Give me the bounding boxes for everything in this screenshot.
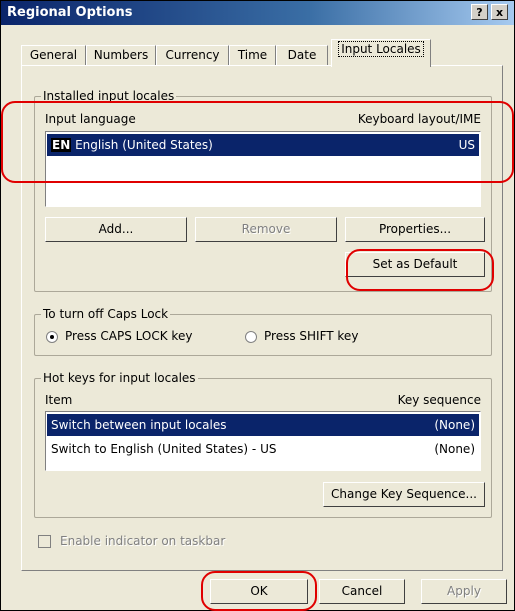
title-bar[interactable]: Regional Options ? x (1, 1, 514, 25)
caps-lock-label: To turn off Caps Lock (41, 307, 171, 321)
hot-keys-group: Hot keys for input locales Item Key sequ… (34, 371, 492, 518)
tab-date-label: Date (287, 48, 317, 62)
set-as-default-button[interactable]: Set as Default (345, 252, 485, 277)
tab-time-label: Time (237, 48, 268, 62)
hot-keys-list[interactable]: Switch between input locales (None) Swit… (45, 411, 481, 471)
caps-lock-radio[interactable] (46, 331, 58, 343)
caps-lock-group: To turn off Caps Lock Press CAPS LOCK ke… (34, 307, 492, 356)
add-button[interactable]: Add... (45, 217, 187, 242)
tab-currency-label: Currency (165, 48, 220, 62)
shift-option[interactable]: Press SHIFT key (264, 329, 358, 343)
tab-date[interactable]: Date (276, 45, 328, 66)
tab-numbers[interactable]: Numbers (86, 45, 156, 66)
hot-key-sequence: (None) (434, 418, 475, 432)
locale-row[interactable]: EN English (United States) US (47, 134, 479, 156)
hot-key-item: Switch to English (United States) - US (51, 442, 277, 456)
tab-input-locales-label: Input Locales (338, 41, 424, 57)
ok-button[interactable]: OK (210, 579, 308, 604)
installed-locales-group: Installed input locales Input language K… (34, 89, 492, 292)
locale-language: English (United States) (75, 138, 213, 152)
regional-options-window: Regional Options ? x General Numbers Cur… (0, 0, 515, 611)
tab-numbers-label: Numbers (93, 48, 149, 62)
help-button[interactable]: ? (471, 4, 488, 20)
col-item: Item (45, 393, 73, 407)
tab-general[interactable]: General (21, 45, 86, 66)
shift-radio[interactable] (245, 331, 257, 343)
locale-layout: US (458, 138, 475, 152)
caps-lock-option[interactable]: Press CAPS LOCK key (65, 329, 192, 343)
change-key-sequence-button[interactable]: Change Key Sequence... (323, 482, 485, 507)
enable-indicator-label[interactable]: Enable indicator on taskbar (60, 534, 225, 548)
tab-time[interactable]: Time (229, 45, 276, 66)
col-keyboard-layout: Keyboard layout/IME (357, 112, 481, 126)
hot-key-item: Switch between input locales (51, 418, 227, 432)
tab-general-label: General (29, 48, 78, 62)
tab-panel: Installed input locales Input language K… (21, 65, 503, 571)
hot-key-sequence: (None) (434, 442, 475, 456)
language-badge: EN (51, 138, 72, 152)
hot-key-row[interactable]: Switch to English (United States) - US (… (47, 438, 479, 460)
cancel-button[interactable]: Cancel (319, 579, 405, 604)
close-button[interactable]: x (491, 4, 508, 20)
remove-button[interactable]: Remove (195, 217, 337, 242)
properties-button[interactable]: Properties... (345, 217, 485, 242)
installed-locales-list[interactable]: EN English (United States) US (45, 131, 481, 207)
window-title: Regional Options (7, 5, 133, 20)
tab-input-locales[interactable]: Input Locales (331, 39, 431, 67)
installed-locales-label: Installed input locales (41, 89, 177, 103)
col-key-sequence: Key sequence (397, 393, 481, 407)
hot-keys-label: Hot keys for input locales (41, 371, 198, 385)
tab-currency[interactable]: Currency (156, 45, 229, 66)
hot-key-row[interactable]: Switch between input locales (None) (47, 414, 479, 436)
enable-indicator-checkbox[interactable] (38, 535, 51, 548)
col-input-language: Input language (45, 112, 136, 126)
apply-button[interactable]: Apply (421, 579, 507, 604)
